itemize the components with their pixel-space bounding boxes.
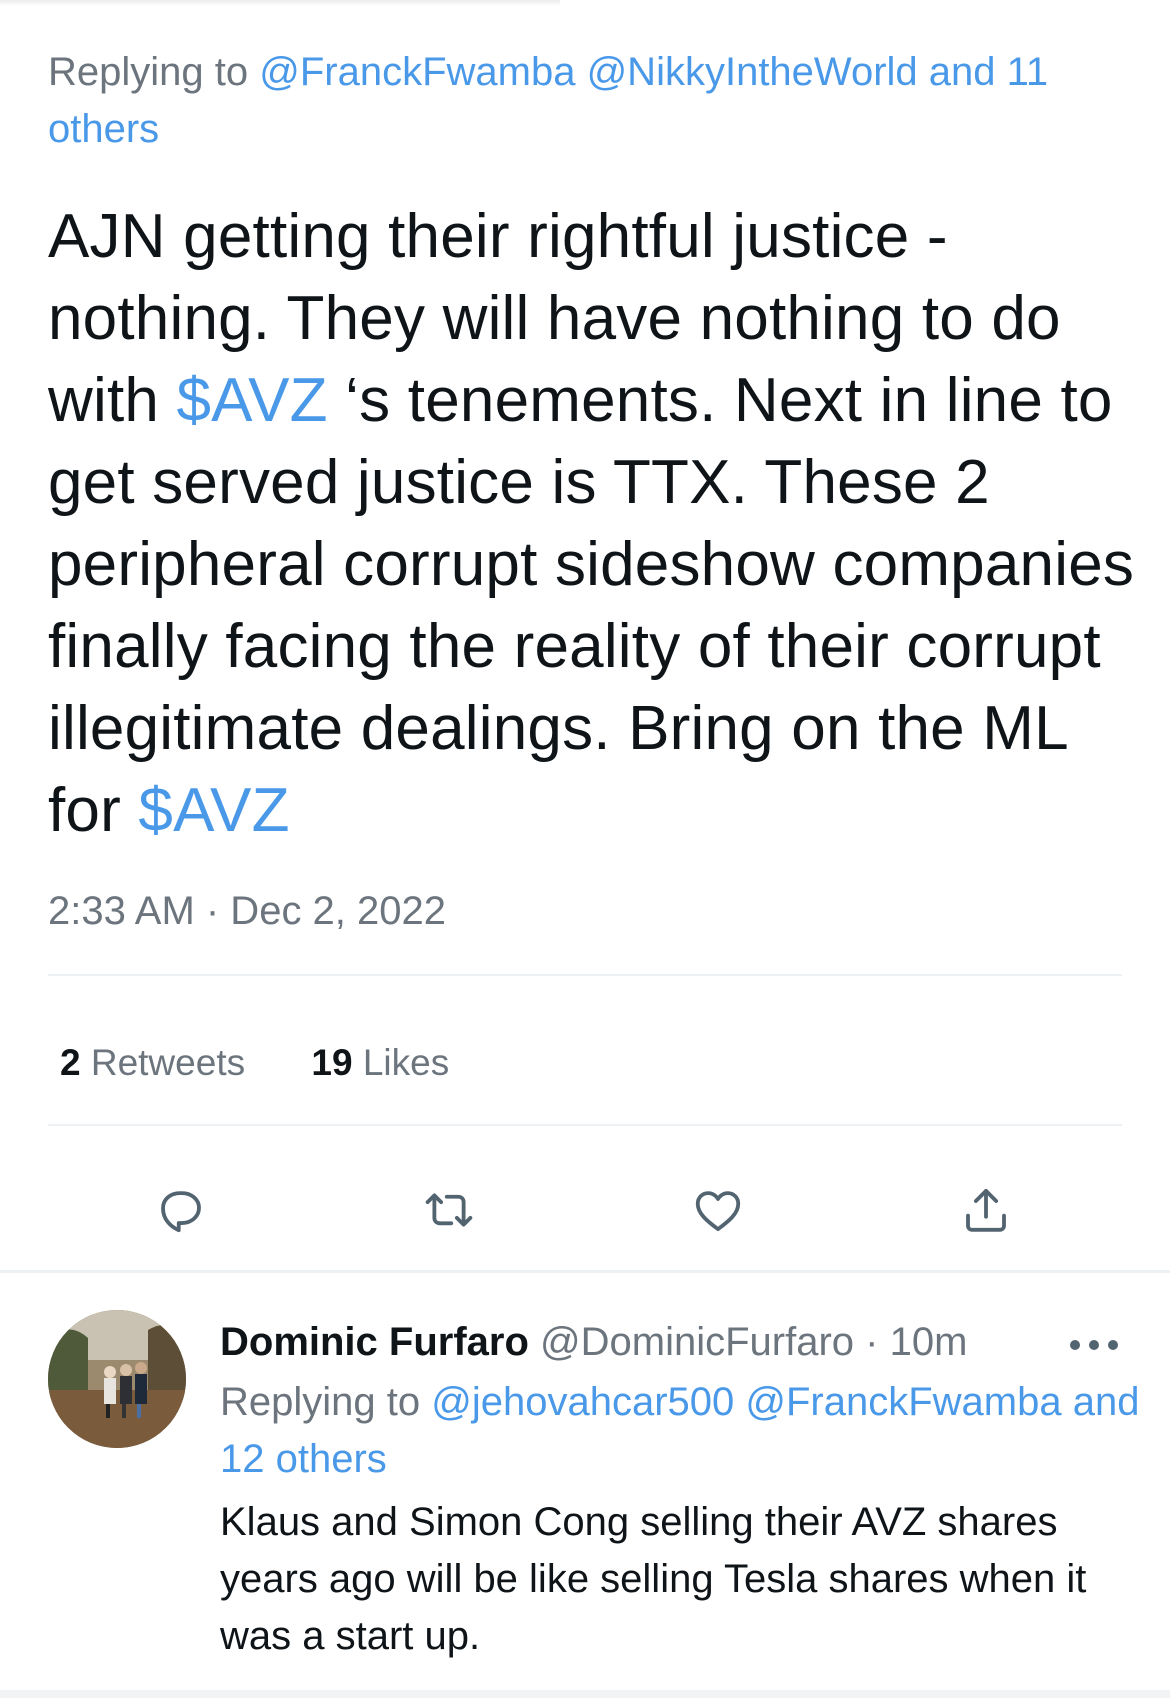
more-horizontal-icon[interactable] xyxy=(1068,1338,1120,1352)
reply-header: Dominic Furfaro @DominicFurfaro · 10m xyxy=(220,1316,1120,1368)
cashtag-link[interactable]: $AVZ xyxy=(138,776,289,845)
section-separator xyxy=(0,1270,1170,1273)
heart-icon xyxy=(695,1191,741,1232)
divider xyxy=(48,1124,1122,1126)
likes-stat[interactable]: 19 Likes xyxy=(311,1042,449,1083)
avatar-photo xyxy=(48,1310,186,1448)
reply-replying-to: Replying to @jehovahcar500 @FranckFwamba… xyxy=(220,1374,1140,1488)
like-button[interactable] xyxy=(690,1182,746,1238)
reply-body: Klaus and Simon Cong selling their AVZ s… xyxy=(220,1500,1087,1658)
cashtag-link[interactable]: $AVZ xyxy=(176,366,327,435)
retweets-label: Retweets xyxy=(90,1042,246,1083)
tweet-text-part2: ‘s tenements. Next in line to get served… xyxy=(48,366,1135,845)
engagement-stats: 2 Retweets 19 Likes xyxy=(60,1038,505,1088)
avatar[interactable] xyxy=(48,1310,186,1448)
retweet-arrows-icon xyxy=(425,1193,473,1227)
tweet-body: AJN getting their rightful justice - not… xyxy=(48,196,1138,852)
bottom-bar xyxy=(0,1690,1170,1698)
replying-to: Replying to @FranckFwamba @NikkyIntheWor… xyxy=(48,44,1088,158)
divider xyxy=(48,974,1122,976)
author-handle-time[interactable]: @DominicFurfaro · 10m xyxy=(529,1320,967,1364)
comment-bubble-icon xyxy=(161,1191,201,1233)
reply-button[interactable] xyxy=(153,1182,209,1238)
likes-label: Likes xyxy=(362,1042,450,1083)
replying-prefix: Replying to xyxy=(48,50,260,94)
retweets-stat[interactable]: 2 Retweets xyxy=(60,1042,245,1083)
top-shadow xyxy=(0,0,560,6)
tweet-actions xyxy=(0,1170,1170,1240)
share-upload-icon xyxy=(966,1188,1006,1232)
likes-count: 19 xyxy=(311,1042,353,1083)
retweet-button[interactable] xyxy=(421,1182,477,1238)
retweets-count: 2 xyxy=(60,1042,81,1083)
author-name[interactable]: Dominic Furfaro xyxy=(220,1320,529,1364)
replying-prefix: Replying to xyxy=(220,1380,432,1424)
share-button[interactable] xyxy=(958,1182,1014,1238)
tweet-timestamp[interactable]: 2:33 AM · Dec 2, 2022 xyxy=(48,886,446,936)
